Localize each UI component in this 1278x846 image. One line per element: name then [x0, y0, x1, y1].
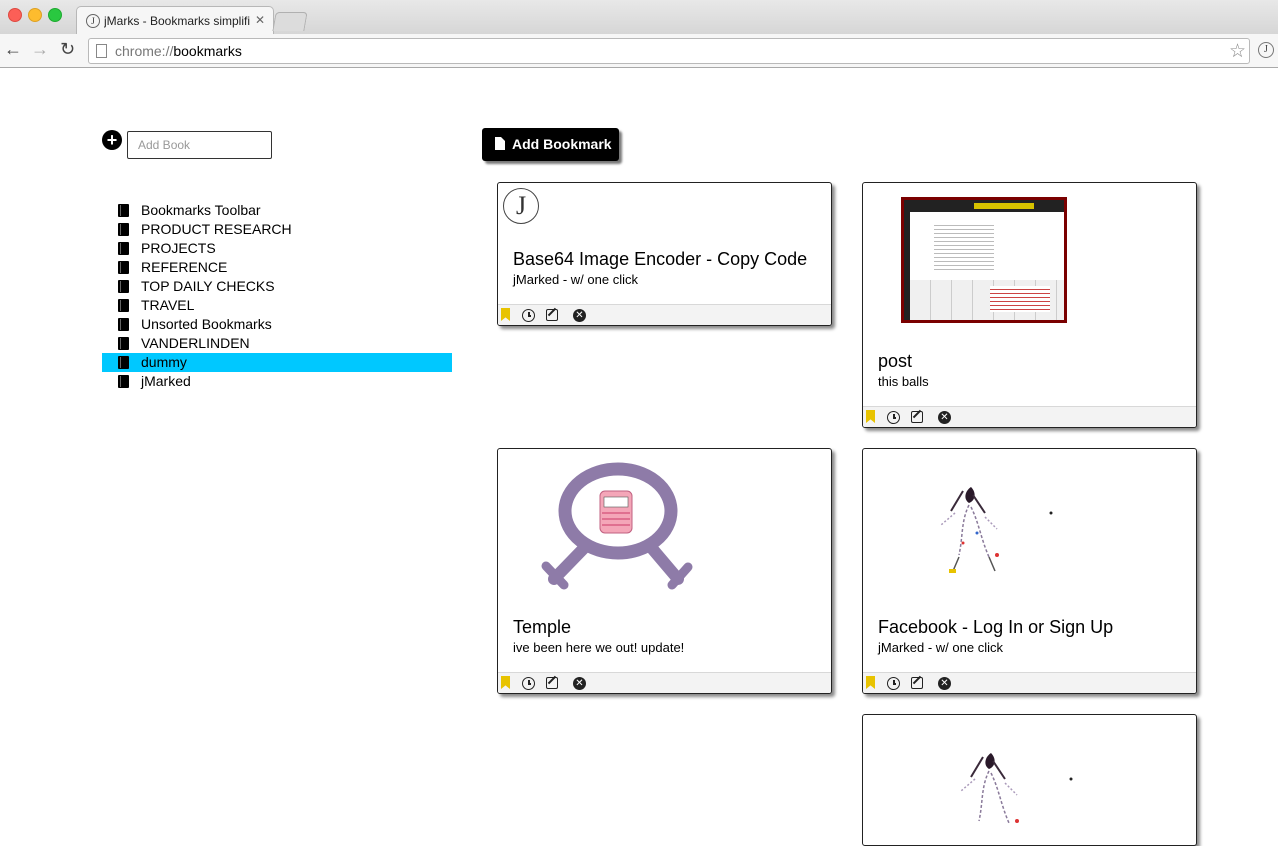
- bookmark-card[interactable]: Facebook - Log In or Sign Up jMarked - w…: [862, 448, 1197, 694]
- bookmark-icon[interactable]: [866, 410, 875, 423]
- webpage-screenshot-thumbnail: [901, 197, 1067, 323]
- tab-close-icon[interactable]: ✕: [255, 13, 265, 27]
- book-label: Bookmarks Toolbar: [141, 202, 261, 218]
- bookmark-star-icon[interactable]: ☆: [1229, 40, 1246, 63]
- edit-icon[interactable]: [911, 411, 923, 423]
- browser-toolbar: ← → ↻ chrome://bookmarks ☆ J: [0, 34, 1278, 68]
- card-description: jMarked - w/ one click: [878, 640, 1003, 655]
- tab-favicon-icon: J: [86, 14, 100, 28]
- jmarks-logo-icon: J: [503, 188, 539, 224]
- book-icon: [118, 223, 129, 236]
- forward-arrow-icon[interactable]: →: [31, 39, 49, 59]
- book-item[interactable]: Bookmarks Toolbar: [102, 201, 452, 220]
- clock-icon[interactable]: [522, 309, 535, 322]
- reload-icon[interactable]: ↻: [60, 39, 75, 59]
- address-bar[interactable]: chrome://bookmarks ☆: [88, 38, 1250, 64]
- book-item[interactable]: TRAVEL: [102, 296, 452, 315]
- book-label: TOP DAILY CHECKS: [141, 278, 275, 294]
- book-label: dummy: [141, 354, 187, 370]
- book-item[interactable]: VANDERLINDEN: [102, 334, 452, 353]
- book-label: PROJECTS: [141, 240, 216, 256]
- document-icon: [495, 134, 508, 150]
- book-item[interactable]: TOP DAILY CHECKS: [102, 277, 452, 296]
- url-host: bookmarks: [173, 43, 242, 59]
- delete-icon[interactable]: ✕: [938, 677, 951, 690]
- card-footer: ✕: [498, 672, 831, 693]
- dancer-drawing-thumbnail: [940, 487, 1053, 573]
- url-scheme: chrome://: [115, 43, 174, 59]
- clock-icon[interactable]: [887, 411, 900, 424]
- zoom-window-button[interactable]: [48, 8, 62, 22]
- edit-icon[interactable]: [546, 309, 558, 321]
- edit-icon[interactable]: [911, 677, 923, 689]
- book-item[interactable]: REFERENCE: [102, 258, 452, 277]
- temple-drawing-thumbnail: [541, 462, 693, 590]
- book-label: PRODUCT RESEARCH: [141, 221, 292, 237]
- browser-tab-active[interactable]: J jMarks - Bookmarks simplified ✕: [76, 6, 274, 35]
- url-text[interactable]: chrome://bookmarks: [115, 43, 242, 59]
- book-icon: [118, 318, 129, 331]
- card-title[interactable]: Temple: [513, 617, 571, 638]
- dancer-drawing-thumbnail: [960, 753, 1073, 824]
- book-icon: [118, 242, 129, 255]
- book-label: TRAVEL: [141, 297, 195, 313]
- tab-title: jMarks - Bookmarks simplified: [104, 14, 250, 28]
- bookmark-card[interactable]: post this balls ✕: [862, 182, 1197, 428]
- book-label: REFERENCE: [141, 259, 228, 275]
- card-footer: ✕: [863, 672, 1196, 693]
- card-description: jMarked - w/ one click: [513, 272, 638, 287]
- book-icon: [118, 204, 129, 217]
- browser-titlebar: J jMarks - Bookmarks simplified ✕: [0, 0, 1278, 35]
- page-icon: [96, 44, 107, 58]
- book-item[interactable]: PRODUCT RESEARCH: [102, 220, 452, 239]
- card-description: ive been here we out! update!: [513, 640, 685, 655]
- book-icon: [118, 356, 129, 369]
- close-window-button[interactable]: [8, 8, 22, 22]
- delete-icon[interactable]: ✕: [573, 677, 586, 690]
- card-title[interactable]: Facebook - Log In or Sign Up: [878, 617, 1113, 638]
- minimize-window-button[interactable]: [28, 8, 42, 22]
- book-item[interactable]: Unsorted Bookmarks: [102, 315, 452, 334]
- card-title[interactable]: post: [878, 351, 912, 372]
- book-icon: [118, 280, 129, 293]
- add-bookmark-label: Add Bookmark: [512, 136, 612, 152]
- card-title[interactable]: Base64 Image Encoder - Copy Code: [513, 249, 807, 270]
- book-icon: [118, 337, 129, 350]
- card-description: this balls: [878, 374, 929, 389]
- add-book-plus-icon[interactable]: +: [102, 130, 122, 150]
- book-label: jMarked: [141, 373, 191, 389]
- edit-icon[interactable]: [546, 677, 558, 689]
- bookmark-icon[interactable]: [501, 676, 510, 689]
- bookmark-card[interactable]: Temple ive been here we out! update! ✕: [497, 448, 832, 694]
- add-bookmark-button[interactable]: Add Bookmark: [482, 128, 619, 161]
- book-icon: [118, 261, 129, 274]
- delete-icon[interactable]: ✕: [938, 411, 951, 424]
- clock-icon[interactable]: [522, 677, 535, 690]
- clock-icon[interactable]: [887, 677, 900, 690]
- back-arrow-icon[interactable]: ←: [4, 39, 22, 59]
- bookmark-icon[interactable]: [501, 308, 510, 321]
- book-label: VANDERLINDEN: [141, 335, 250, 351]
- bookmark-icon[interactable]: [866, 676, 875, 689]
- book-item[interactable]: jMarked: [102, 372, 452, 391]
- bookmark-card[interactable]: [862, 714, 1197, 846]
- book-item[interactable]: PROJECTS: [102, 239, 452, 258]
- card-footer: ✕: [863, 406, 1196, 427]
- bookmark-card[interactable]: J Base64 Image Encoder - Copy Code jMark…: [497, 182, 832, 326]
- jmarks-extension-icon[interactable]: J: [1258, 42, 1274, 58]
- new-tab-button[interactable]: [272, 12, 308, 31]
- delete-icon[interactable]: ✕: [573, 309, 586, 322]
- book-label: Unsorted Bookmarks: [141, 316, 272, 332]
- add-book-input[interactable]: [127, 131, 272, 159]
- book-item-active[interactable]: dummy: [102, 353, 452, 372]
- book-icon: [118, 299, 129, 312]
- book-icon: [118, 375, 129, 388]
- book-list: Bookmarks Toolbar PRODUCT RESEARCH PROJE…: [102, 201, 452, 391]
- card-footer: ✕: [498, 304, 831, 325]
